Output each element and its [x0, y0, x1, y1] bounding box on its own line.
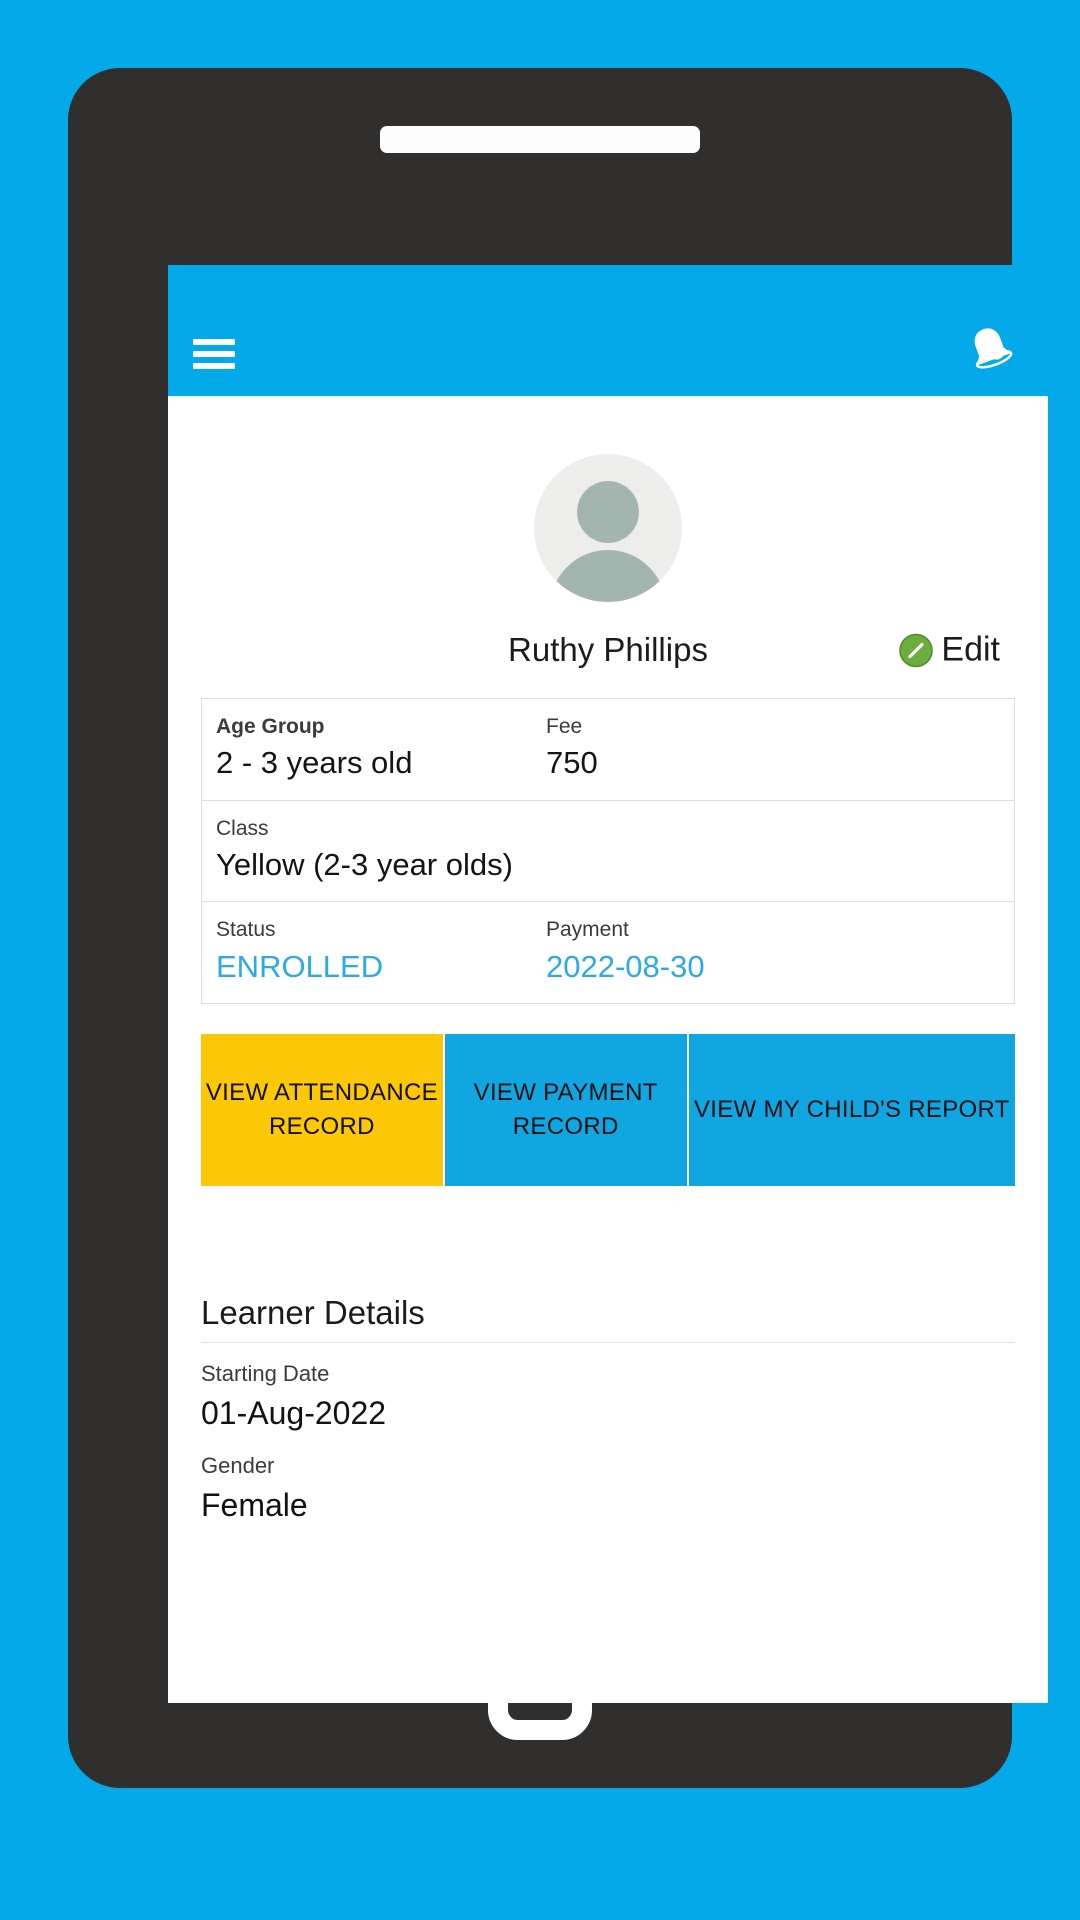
field-value: 2 - 3 years old	[216, 745, 413, 781]
edit-button[interactable]: Edit	[899, 631, 1000, 670]
info-cell-payment: Payment 2022-08-30	[546, 916, 705, 987]
info-row: Class Yellow (2-3 year olds)	[202, 801, 1014, 903]
hamburger-bar	[193, 339, 235, 345]
edit-label: Edit	[941, 630, 1000, 669]
info-row: Age Group 2 - 3 years old Fee 750	[202, 699, 1014, 801]
hamburger-bar	[193, 363, 235, 369]
detail-label: Starting Date	[201, 1360, 330, 1386]
pencil-edit-icon	[899, 633, 934, 667]
info-cell-age-group: Age Group 2 - 3 years old	[216, 713, 546, 784]
detail-value: 01-Aug-2022	[201, 1394, 387, 1431]
person-avatar-icon	[534, 454, 682, 602]
avatar-body	[550, 550, 666, 602]
hamburger-bar	[193, 351, 235, 357]
detail-item-gender: Gender Female	[201, 1451, 1015, 1527]
speaker-grille	[380, 126, 700, 153]
bell-icon[interactable]	[962, 320, 1018, 376]
info-cell-status: Status ENROLLED	[216, 916, 546, 987]
field-label: Age Group	[216, 715, 325, 738]
learner-details-section: Learner Details Starting Date 01-Aug-202…	[201, 1294, 1015, 1527]
field-value: 2022-08-30	[546, 948, 705, 984]
field-label: Payment	[546, 918, 629, 942]
phone-frame: Ruthy Phillips Edit Age Group 2 - 3 year…	[68, 68, 1048, 1788]
status-badge: ENROLLED	[216, 948, 384, 984]
detail-item-starting-date: Starting Date 01-Aug-2022	[201, 1359, 1015, 1435]
field-label: Status	[216, 918, 276, 942]
action-button-group: VIEW ATTENDANCE RECORD VIEW PAYMENT RECO…	[201, 1033, 1016, 1186]
field-label: Class	[216, 816, 269, 840]
field-value: 750	[546, 745, 598, 781]
detail-label: Gender	[201, 1452, 275, 1478]
hamburger-menu-icon[interactable]	[193, 339, 235, 369]
home-button[interactable]	[488, 1636, 592, 1740]
view-my-childs-report-button[interactable]: VIEW MY CHILD'S REPORT	[688, 1033, 1016, 1186]
info-cell-class: Class Yellow (2-3 year olds)	[216, 815, 1000, 886]
avatar-head	[577, 481, 639, 543]
name-row: Ruthy Phillips Edit	[168, 624, 1048, 676]
app-bar	[168, 265, 1048, 396]
enrollment-info-card: Age Group 2 - 3 years old Fee 750 Class …	[201, 698, 1015, 1004]
profile-block: Ruthy Phillips Edit	[168, 396, 1048, 676]
field-value: Yellow (2-3 year olds)	[216, 846, 513, 882]
view-payment-record-button[interactable]: VIEW PAYMENT RECORD	[444, 1033, 689, 1186]
page-title: Ruthy Phillips	[508, 631, 708, 668]
info-cell-fee: Fee 750	[546, 713, 598, 784]
detail-value: Female	[201, 1486, 308, 1523]
section-title: Learner Details	[201, 1294, 1015, 1343]
info-row: Status ENROLLED Payment 2022-08-30	[202, 902, 1014, 1003]
field-label: Fee	[546, 715, 583, 738]
view-attendance-record-button[interactable]: VIEW ATTENDANCE RECORD	[201, 1033, 445, 1186]
app-screen: Ruthy Phillips Edit Age Group 2 - 3 year…	[168, 265, 1048, 1703]
